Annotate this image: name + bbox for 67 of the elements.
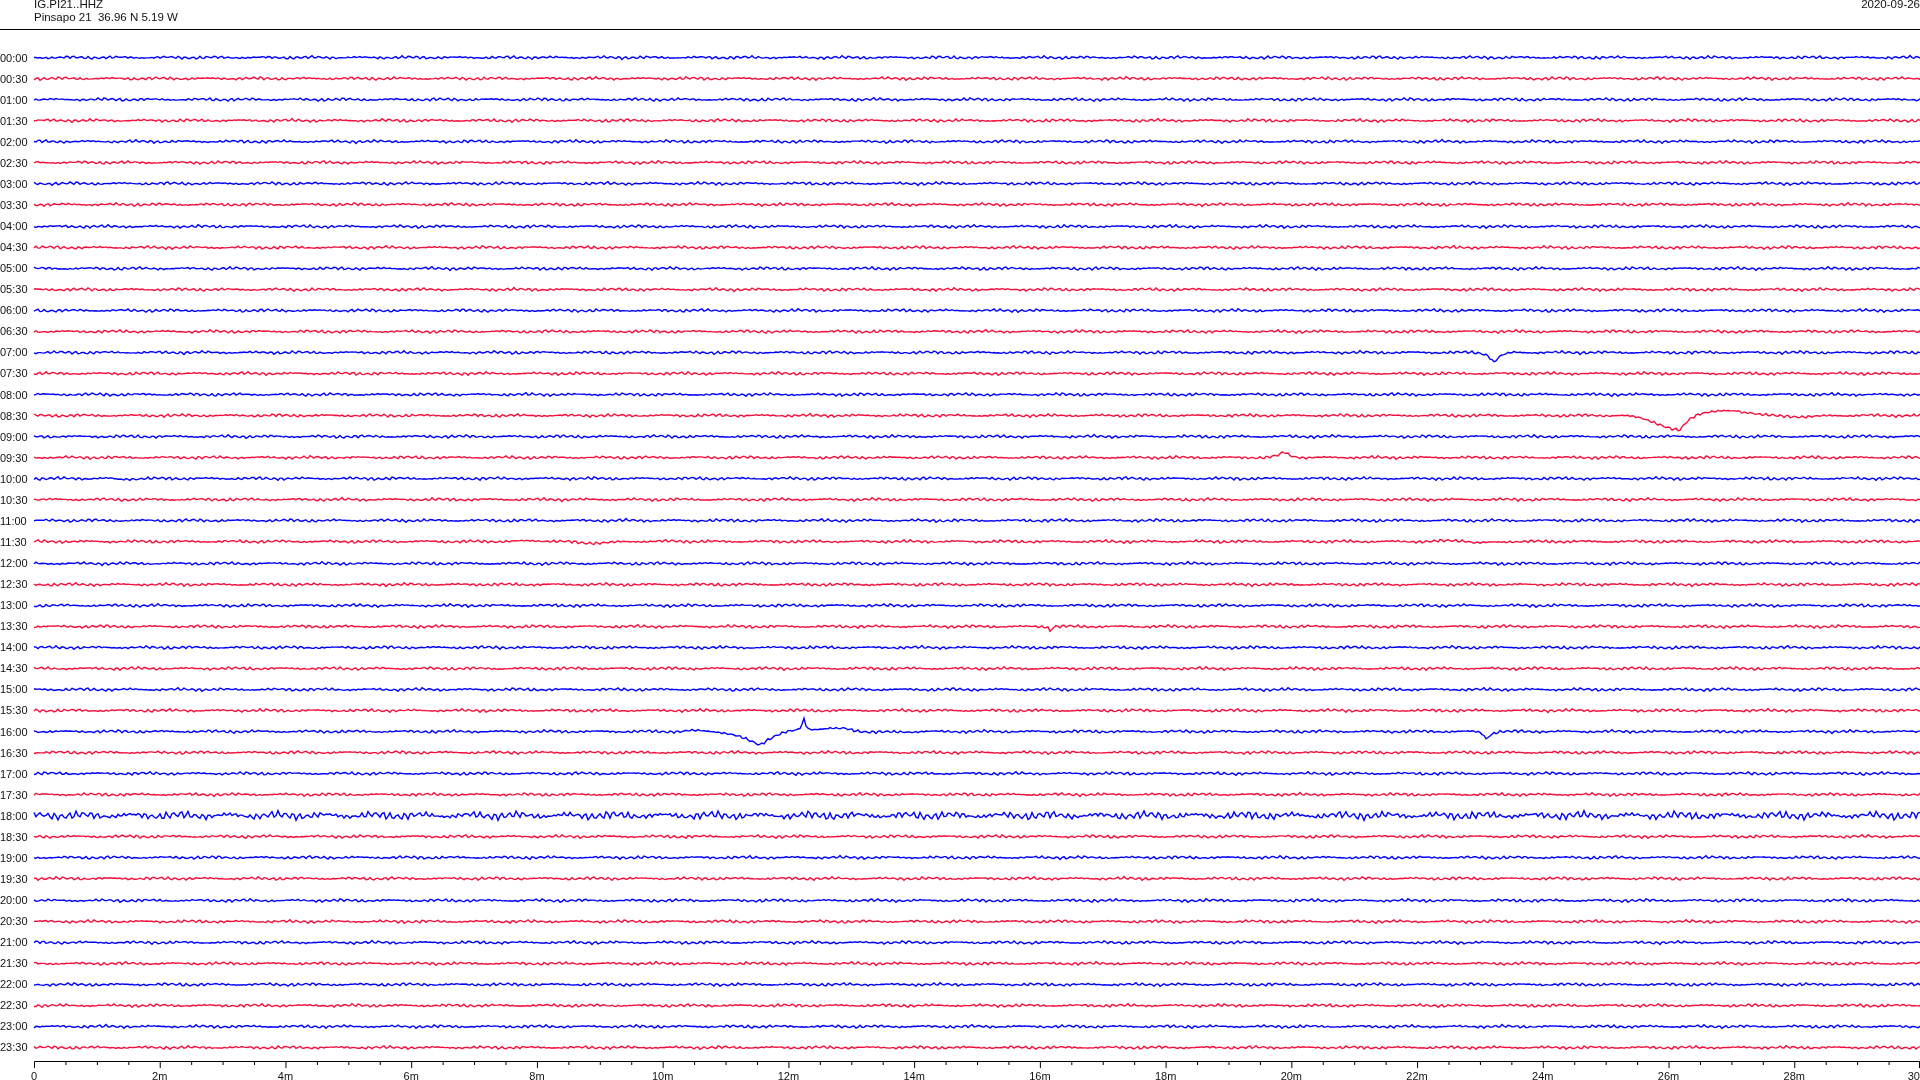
date-label: 2020-09-26 (1861, 0, 1920, 12)
time-label: 06:00 (0, 304, 29, 317)
time-label: 17:30 (0, 788, 29, 801)
time-label: 13:30 (0, 620, 29, 633)
time-label: 11:30 (0, 535, 28, 548)
time-label: 09:30 (0, 451, 29, 464)
time-label: 20:30 (0, 915, 29, 928)
time-label: 22:00 (0, 978, 29, 991)
axis-tick-label: 10m (651, 1070, 674, 1080)
axis-tick-label: 18m (1154, 1070, 1177, 1080)
time-label: 14:30 (0, 662, 29, 675)
time-label: 17:00 (0, 767, 29, 780)
axis-tick-label: 8m (529, 1070, 545, 1080)
time-label: 23:00 (0, 1020, 29, 1033)
time-label: 10:30 (0, 493, 29, 506)
time-label: 10:00 (0, 472, 29, 485)
axis-tick-label: 24m (1532, 1070, 1554, 1080)
time-label: 04:00 (0, 220, 29, 233)
axis-tick-label: 30 (1907, 1070, 1920, 1080)
time-label: 21:30 (0, 957, 29, 970)
axis-tick-label: 6m (403, 1070, 419, 1080)
time-label: 01:30 (0, 114, 29, 127)
time-label: 19:00 (0, 851, 29, 864)
axis-tick-label: 26m (1657, 1070, 1680, 1080)
axis-tick-label: 22m (1406, 1070, 1428, 1080)
axis-tick-label: 16m (1029, 1070, 1051, 1080)
time-label: 05:00 (0, 262, 29, 275)
time-label: 02:00 (0, 135, 29, 148)
time-label: 03:30 (0, 198, 29, 211)
time-label: 08:00 (0, 388, 29, 401)
axis-tick-label: 20m (1280, 1070, 1303, 1080)
time-label: 16:30 (0, 746, 29, 759)
time-label: 09:00 (0, 430, 29, 443)
time-label: 07:30 (0, 367, 29, 380)
time-label: 01:00 (0, 93, 29, 106)
time-label: 15:00 (0, 683, 29, 696)
axis-tick-label: 2m (152, 1070, 168, 1080)
time-label: 07:00 (0, 346, 29, 359)
time-label: 04:30 (0, 241, 29, 254)
time-label: 11:00 (0, 514, 28, 527)
time-label: 13:00 (0, 599, 29, 612)
time-label: 00:30 (0, 72, 29, 85)
time-label: 02:30 (0, 156, 29, 169)
time-label: 21:00 (0, 936, 29, 949)
time-label: 20:00 (0, 894, 29, 907)
axis-tick-label: 0 (30, 1070, 38, 1080)
axis-tick-label: 28m (1783, 1070, 1805, 1080)
time-label: 05:30 (0, 283, 29, 296)
time-label: 12:30 (0, 578, 29, 591)
time-label: 12:00 (0, 557, 29, 570)
time-label: 03:00 (0, 177, 29, 190)
time-label: 08:30 (0, 409, 29, 422)
station-location: Pinsapo 21 36.96 N 5.19 W (34, 11, 178, 24)
time-label: 22:30 (0, 999, 29, 1012)
time-label: 14:00 (0, 641, 29, 654)
station-code: IG.PI21..HHZ (34, 0, 105, 11)
axis-tick-label: 12m (777, 1070, 800, 1080)
axis-tick-label: 4m (277, 1070, 294, 1080)
axis-tick-label: 14m (903, 1070, 925, 1080)
time-label: 06:30 (0, 325, 29, 338)
time-label: 00:00 (0, 51, 29, 64)
time-label: 18:30 (0, 830, 29, 843)
time-label: 18:00 (0, 809, 29, 822)
time-label: 16:00 (0, 725, 29, 738)
time-label: 15:30 (0, 704, 29, 717)
time-label: 23:30 (0, 1041, 29, 1054)
time-label: 19:30 (0, 872, 29, 885)
